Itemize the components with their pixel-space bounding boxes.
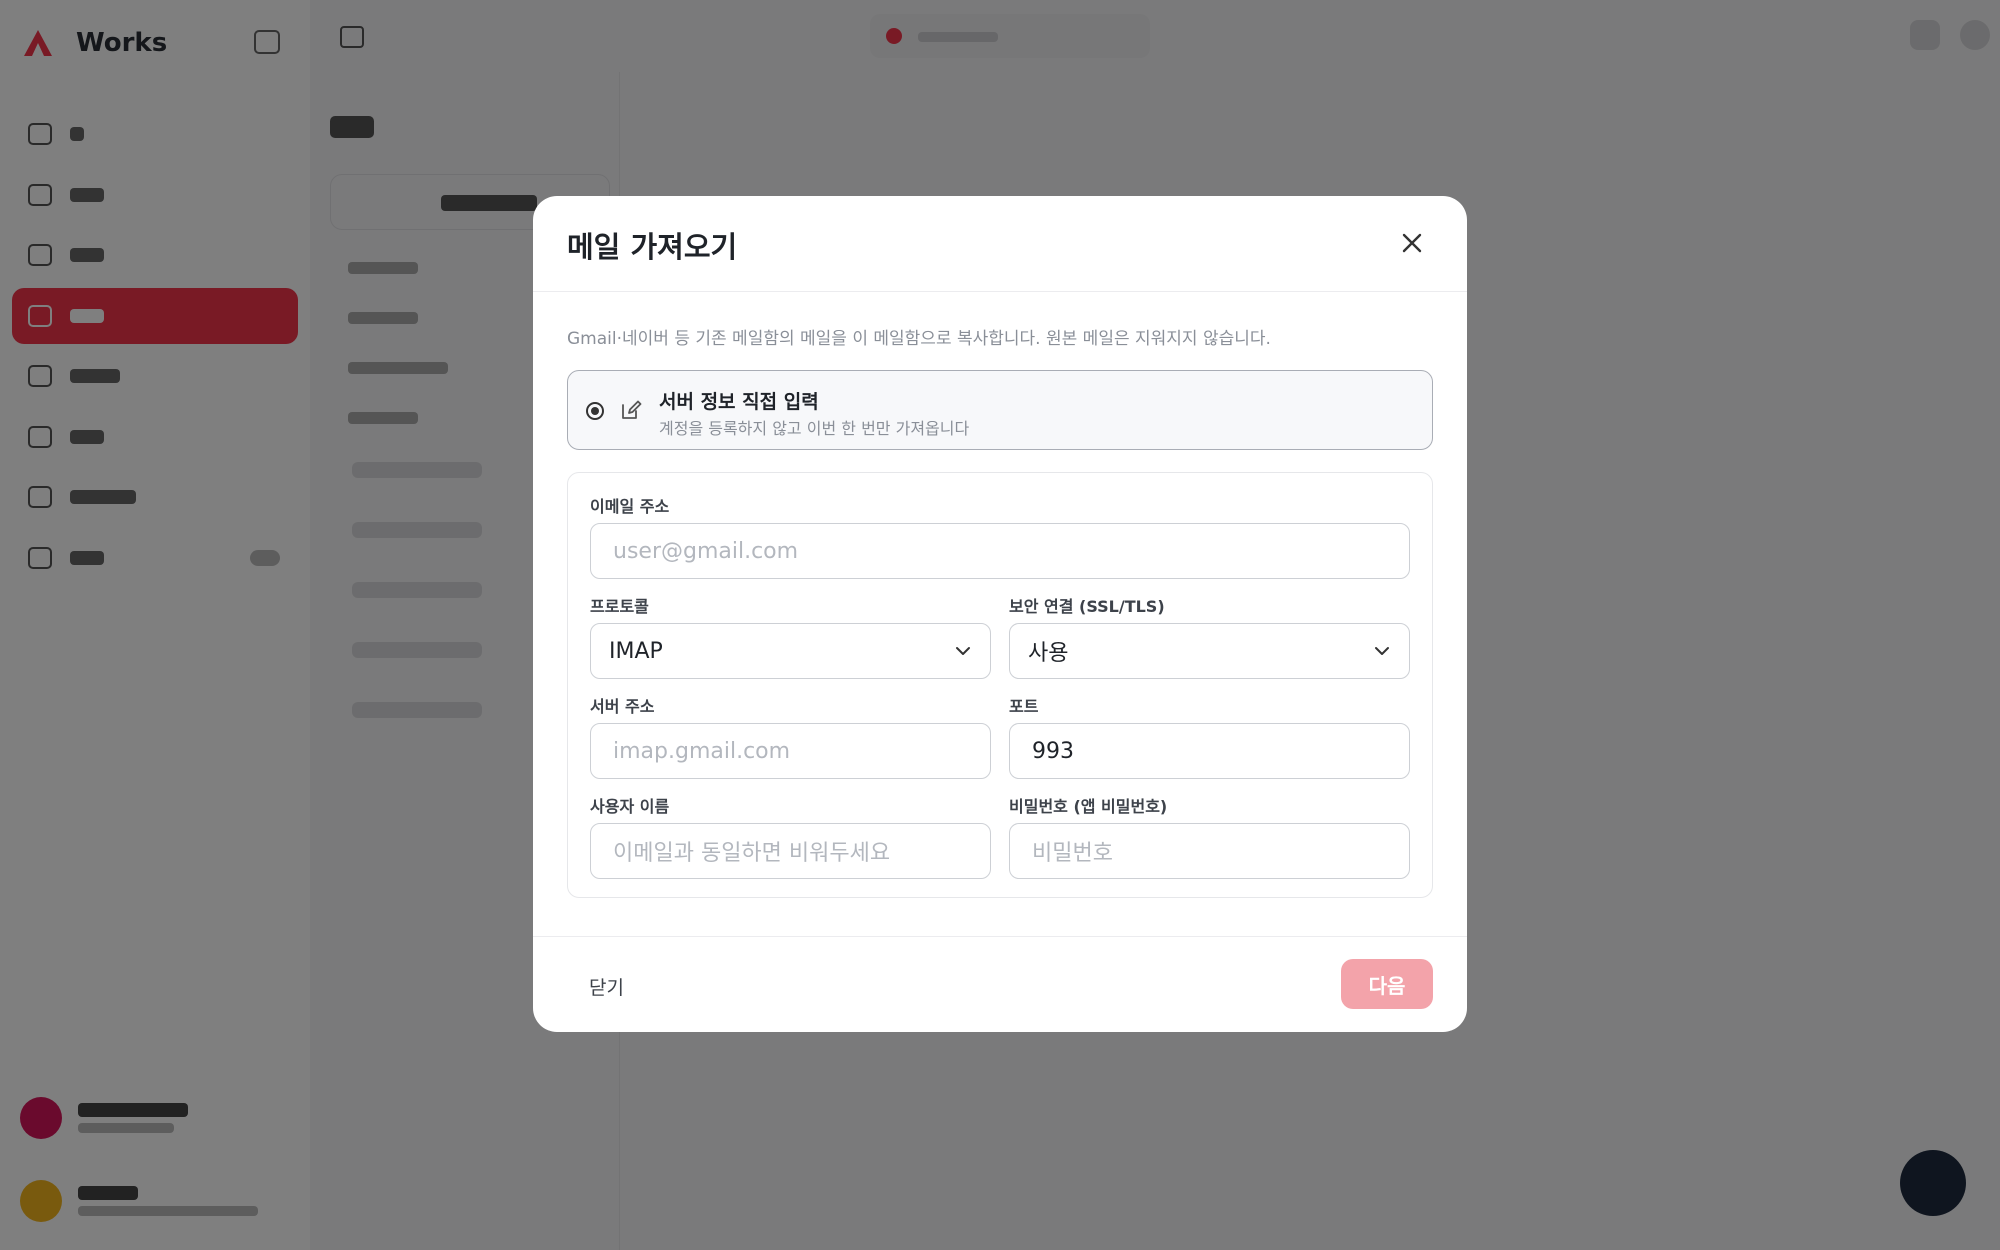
protocol-select[interactable]: IMAP bbox=[590, 623, 991, 679]
security-select[interactable]: 사용 bbox=[1009, 623, 1410, 679]
import-mail-modal: 메일 가져오기 Gmail·네이버 등 기존 메일함의 메일을 이 메일함으로 … bbox=[533, 196, 1467, 1032]
protocol-label: 프로토콜 bbox=[590, 597, 649, 616]
email-label: 이메일 주소 bbox=[590, 497, 670, 516]
email-field[interactable]: user@gmail.com bbox=[590, 523, 1410, 579]
close-text-button[interactable]: 닫기 bbox=[589, 973, 624, 1000]
port-field[interactable]: 993 bbox=[1009, 723, 1410, 779]
password-field[interactable]: 비밀번호 bbox=[1009, 823, 1410, 879]
modal-description: Gmail·네이버 등 기존 메일함의 메일을 이 메일함으로 복사합니다. 원… bbox=[567, 329, 1271, 349]
chevron-down-icon bbox=[956, 647, 970, 655]
server-label: 서버 주소 bbox=[590, 697, 655, 716]
security-value: 사용 bbox=[1028, 641, 1069, 666]
chevron-down-icon bbox=[1375, 647, 1389, 655]
server-field[interactable]: imap.gmail.com bbox=[590, 723, 991, 779]
option-subtitle: 계정을 등록하지 않고 이번 한 번만 가져옵니다 bbox=[659, 419, 970, 438]
username-label: 사용자 이름 bbox=[590, 797, 670, 816]
protocol-value: IMAP bbox=[609, 638, 663, 664]
option-title: 서버 정보 직접 입력 bbox=[659, 391, 819, 413]
option-radio[interactable] bbox=[586, 402, 604, 420]
next-button[interactable]: 다음 bbox=[1341, 959, 1433, 1009]
edit-icon bbox=[622, 400, 642, 419]
server-form: 이메일 주소 user@gmail.com 프로토콜 IMAP 보안 연결 (S… bbox=[567, 472, 1433, 898]
modal-header: 메일 가져오기 bbox=[533, 196, 1467, 292]
manual-server-option[interactable]: 서버 정보 직접 입력 계정을 등록하지 않고 이번 한 번만 가져옵니다 bbox=[567, 370, 1433, 450]
port-label: 포트 bbox=[1009, 697, 1039, 716]
password-label: 비밀번호 (앱 비밀번호) bbox=[1009, 797, 1168, 816]
modal-title: 메일 가져오기 bbox=[567, 230, 738, 264]
username-field[interactable]: 이메일과 동일하면 비워두세요 bbox=[590, 823, 991, 879]
close-icon bbox=[1402, 233, 1422, 253]
modal-footer: 닫기 다음 bbox=[533, 936, 1467, 1032]
security-label: 보안 연결 (SSL/TLS) bbox=[1009, 597, 1165, 616]
close-button[interactable] bbox=[1395, 226, 1429, 260]
